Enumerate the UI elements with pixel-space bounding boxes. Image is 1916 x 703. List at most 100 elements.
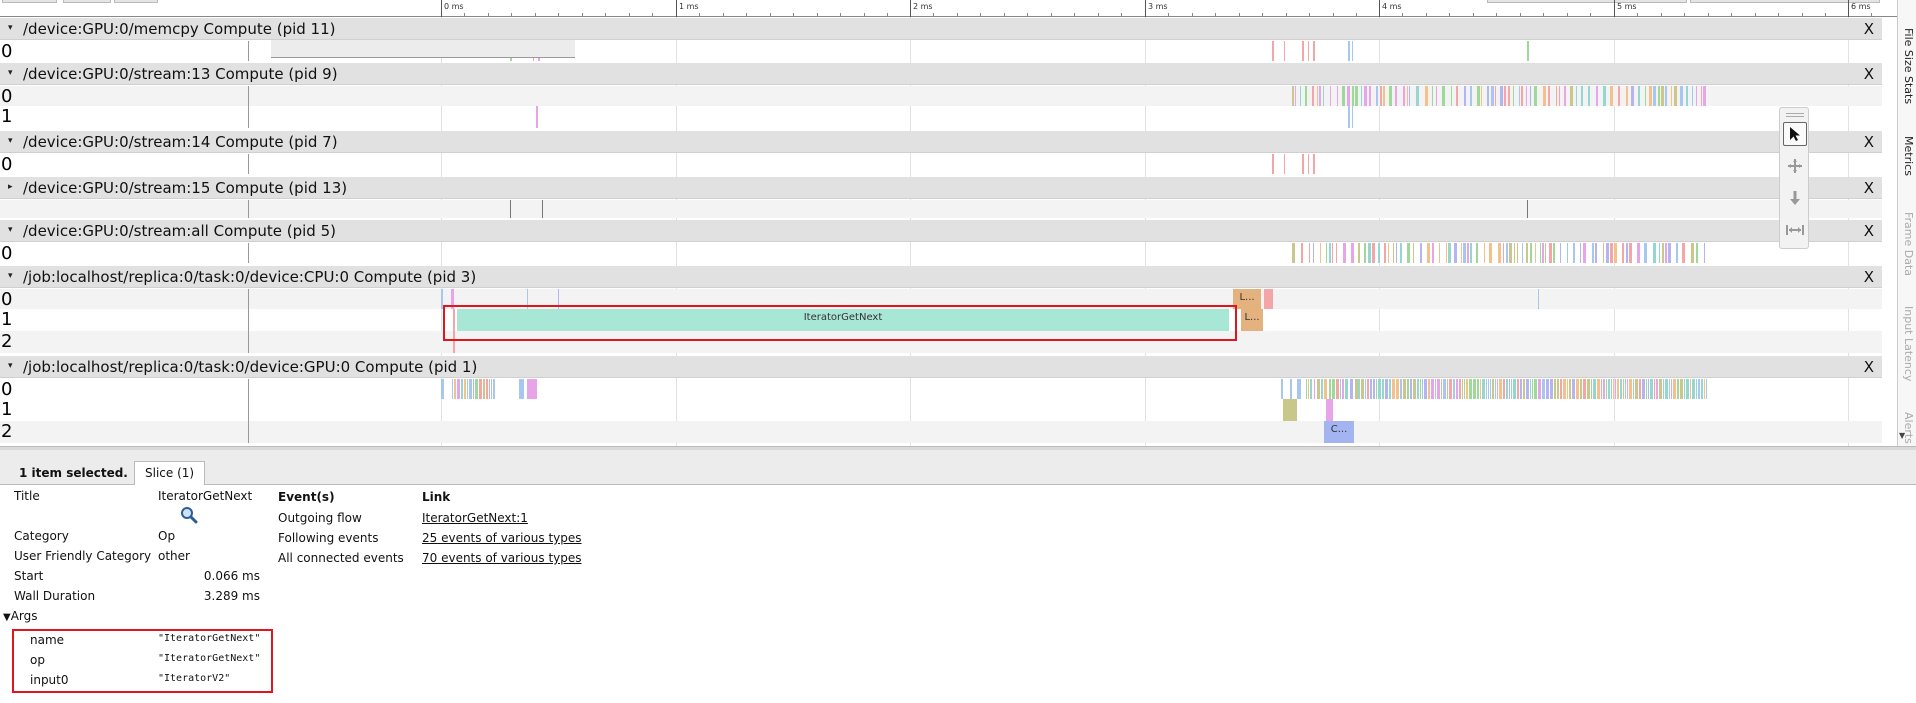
trace-slice[interactable] xyxy=(1538,379,1541,399)
trace-slice[interactable] xyxy=(1595,243,1597,263)
trace-slice[interactable] xyxy=(1560,243,1561,263)
close-process-icon[interactable]: X xyxy=(1864,222,1874,240)
trace-slice[interactable] xyxy=(1427,243,1430,263)
trace-slice[interactable] xyxy=(1376,86,1378,106)
trace-slice[interactable] xyxy=(1626,86,1628,106)
trace-slice[interactable] xyxy=(1448,243,1451,263)
trace-slice[interactable] xyxy=(1342,379,1344,399)
side-tab-input-latency[interactable]: Input Latency xyxy=(1900,306,1915,381)
trace-slice[interactable] xyxy=(1701,86,1702,106)
trace-slice[interactable] xyxy=(1613,379,1614,399)
trace-slice[interactable] xyxy=(1332,243,1333,263)
trace-slice[interactable] xyxy=(1396,379,1399,399)
trace-slice[interactable] xyxy=(1308,41,1309,61)
trace-slice[interactable] xyxy=(1564,86,1566,106)
trace-slice[interactable] xyxy=(1617,379,1619,399)
trace-slice[interactable] xyxy=(1352,86,1354,106)
trace-slice[interactable] xyxy=(1542,243,1544,263)
trace-slice[interactable] xyxy=(1443,379,1446,399)
trace-slice-iterator[interactable]: IteratorGetNext xyxy=(457,309,1229,331)
trace-slice[interactable] xyxy=(1658,86,1660,106)
close-process-icon[interactable]: X xyxy=(1864,133,1874,151)
trace-slice[interactable] xyxy=(1580,379,1582,399)
trace-slice[interactable] xyxy=(1696,243,1698,263)
trace-slice[interactable] xyxy=(1535,243,1536,263)
trace-slice[interactable] xyxy=(1665,243,1667,263)
trace-slice[interactable] xyxy=(1466,379,1468,399)
trace-slice[interactable] xyxy=(1703,86,1706,106)
thread-row[interactable]: 0 L... xyxy=(0,289,1882,310)
trace-slice[interactable] xyxy=(1435,379,1436,399)
expand-arrow-icon[interactable]: ▾ xyxy=(8,360,13,372)
trace-slice[interactable] xyxy=(1618,86,1620,106)
trace-slice[interactable] xyxy=(1417,379,1419,399)
trace-slice[interactable] xyxy=(1615,379,1616,399)
trace-slice[interactable] xyxy=(1692,379,1695,399)
trace-slice[interactable] xyxy=(1603,379,1605,399)
trace-slice[interactable] xyxy=(1520,379,1522,399)
event-link[interactable]: 70 events of various types xyxy=(422,551,582,565)
process-header[interactable]: ▾ /device:GPU:0/stream:13 Compute (pid 9)… xyxy=(0,63,1882,85)
trace-slice[interactable] xyxy=(441,379,444,399)
trace-slice[interactable] xyxy=(1623,379,1624,399)
trace-slice-gpu_c[interactable]: C... xyxy=(1324,421,1354,443)
trace-slice[interactable] xyxy=(452,379,453,399)
trace-slice[interactable] xyxy=(1633,379,1634,399)
trace-slice[interactable] xyxy=(1321,379,1323,399)
trace-slice[interactable] xyxy=(1283,399,1297,421)
trace-slice[interactable] xyxy=(1380,86,1382,106)
trace-slice[interactable] xyxy=(1534,379,1537,399)
trace-slice[interactable] xyxy=(1654,379,1655,399)
side-tab-metrics[interactable]: Metrics xyxy=(1900,136,1915,176)
trace-slice[interactable] xyxy=(1583,379,1586,399)
trace-slice[interactable] xyxy=(1522,243,1523,263)
trace-slice[interactable] xyxy=(1302,41,1304,61)
trace-slice[interactable] xyxy=(1389,379,1391,399)
trace-slice[interactable] xyxy=(1567,243,1568,263)
trace-slice[interactable] xyxy=(1340,379,1341,399)
trace-slice[interactable] xyxy=(1581,86,1583,106)
trace-slice[interactable] xyxy=(1497,379,1498,399)
trace-slice[interactable] xyxy=(1674,86,1677,106)
trace-slice[interactable] xyxy=(1308,154,1309,174)
thread-row[interactable]: 1 xyxy=(0,399,1882,421)
thread-row[interactable]: 2 xyxy=(0,331,1882,353)
trace-slice[interactable] xyxy=(1610,243,1613,263)
event-link[interactable]: 25 events of various types xyxy=(422,531,582,545)
trace-slice[interactable] xyxy=(1488,379,1489,399)
trace-slice[interactable] xyxy=(493,379,495,399)
trace-slice[interactable] xyxy=(1639,379,1641,399)
process-header[interactable]: ▾ /device:GPU:0/memcpy Compute (pid 11) X xyxy=(0,18,1882,40)
trace-slice[interactable] xyxy=(1603,86,1606,106)
trace-slice[interactable] xyxy=(1495,86,1496,106)
expand-arrow-icon[interactable]: ▾ xyxy=(8,270,13,282)
pan-tool-icon[interactable] xyxy=(1783,154,1807,178)
zoom-tool-icon[interactable] xyxy=(1783,186,1807,210)
trace-slice[interactable] xyxy=(1553,243,1555,263)
trace-slice[interactable] xyxy=(1490,379,1491,399)
trace-slice[interactable] xyxy=(1635,379,1638,399)
trace-slice[interactable] xyxy=(1538,289,1539,309)
trace-slice[interactable] xyxy=(1573,243,1575,263)
trace-slice[interactable] xyxy=(1638,86,1640,106)
trace-slice[interactable] xyxy=(1389,86,1392,106)
trace-slice[interactable] xyxy=(1343,243,1346,263)
trace-slice[interactable] xyxy=(1642,379,1645,399)
trace-slice[interactable] xyxy=(1606,379,1607,399)
trace-slice[interactable] xyxy=(1385,379,1388,399)
trace-slice[interactable] xyxy=(1587,379,1590,399)
trace-slice[interactable] xyxy=(1292,86,1294,106)
trace-slice[interactable] xyxy=(1680,379,1683,399)
trace-slice[interactable] xyxy=(1546,379,1549,399)
trace-slice[interactable] xyxy=(1649,86,1652,106)
trace-slice[interactable] xyxy=(1305,86,1307,106)
trace-slice[interactable] xyxy=(1625,379,1626,399)
tab-slice[interactable]: Slice (1) xyxy=(134,461,206,485)
trace-slice[interactable] xyxy=(1542,379,1545,399)
trace-slice-cpu_l1[interactable]: L... xyxy=(1241,309,1263,331)
trace-slice[interactable] xyxy=(1395,86,1397,106)
trace-slice[interactable] xyxy=(1290,379,1292,399)
trace-slice[interactable] xyxy=(1556,86,1557,106)
trace-slice-cpu_l0[interactable]: L... xyxy=(1233,289,1261,309)
trace-slice[interactable] xyxy=(1591,379,1592,399)
